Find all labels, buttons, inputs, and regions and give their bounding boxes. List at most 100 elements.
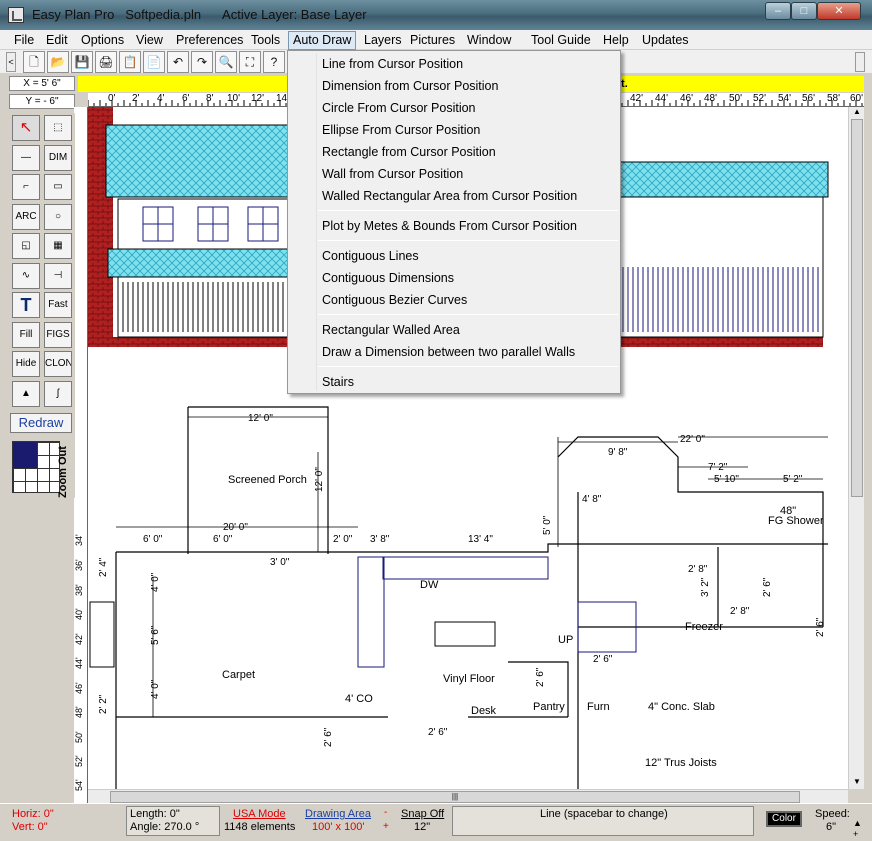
vertical-scroll-thumb[interactable] [851,119,863,497]
scroll-down-arrow-icon[interactable]: ▼ [851,777,863,787]
plan-dim: 6' 0" [213,534,233,545]
room-label: Desk [471,705,497,717]
menu-item-walled-rect-area[interactable]: Walled Rectangular Area from Cursor Posi… [322,185,577,207]
speed-up-arrow-icon[interactable]: ▲ [853,818,862,828]
print-icon[interactable]: 🖨 [95,51,117,73]
menu-auto-draw[interactable]: Auto Draw [288,31,357,50]
select-arrow-icon[interactable]: ↖ [12,115,40,141]
text-tool-icon[interactable]: T [12,292,40,318]
menu-preferences[interactable]: Preferences [172,32,247,49]
menu-tools[interactable]: Tools [247,32,284,49]
menu-item-ellipse-from-cursor[interactable]: Ellipse From Cursor Position [322,119,480,141]
door-tool-icon[interactable]: ⊣ [44,262,72,289]
menu-tool-guide[interactable]: Tool Guide [527,32,595,49]
usa-mode-button[interactable]: USA Mode [233,808,286,820]
snap-off-button[interactable]: Snap Off [401,808,444,820]
zoom-grid[interactable] [12,441,60,493]
menu-item-rect-walled-area[interactable]: Rectangular Walled Area [322,319,460,341]
minimize-button[interactable]: – [765,2,791,20]
zoom-fit-icon[interactable]: ⛶ [239,51,261,73]
color-button[interactable]: Color [766,811,802,827]
hide-tool[interactable]: Hide [12,351,40,377]
toolbar-scroll-right-button[interactable] [855,52,865,72]
hruler-label: 4' [157,93,165,104]
save-icon[interactable]: 💾 [71,51,93,73]
menu-layers[interactable]: Layers [360,32,406,49]
menu-window[interactable]: Window [463,32,515,49]
horizontal-scrollbar[interactable]: ||| [88,789,848,803]
hruler-label: 10' [227,93,241,104]
horizontal-scroll-thumb[interactable]: ||| [110,791,800,803]
menu-options[interactable]: Options [77,32,128,49]
menu-item-line-from-cursor[interactable]: Line from Cursor Position [322,53,463,75]
hruler-label: 52' [753,93,767,104]
dimension-tool[interactable]: DIM [44,144,72,171]
menu-item-circle-from-cursor[interactable]: Circle From Cursor Position [322,97,476,119]
wall-corner-icon[interactable]: ◱ [12,233,40,259]
menu-separator [318,240,618,241]
hruler-label: 46' [680,93,694,104]
circle-tool-icon[interactable]: ○ [44,203,72,230]
y-coordinate: Y = - 6" [9,94,75,109]
zoom-out-button[interactable]: Zoom Out [57,440,73,498]
clipboard-icon[interactable]: 📋 [119,51,141,73]
menu-item-wall-from-cursor[interactable]: Wall from Cursor Position [322,163,463,185]
room-label: 4" Conc. Slab [648,701,715,713]
room-label: 12" Trus Joists [645,757,717,769]
speed-value: 6" [826,821,837,833]
redo-icon[interactable]: ↷ [191,51,213,73]
scroll-up-arrow-icon[interactable]: ▲ [851,107,863,117]
maximize-button[interactable]: □ [791,2,817,20]
figs-tool[interactable]: FIGS [44,321,72,348]
menu-pictures[interactable]: Pictures [406,32,459,49]
menu-edit[interactable]: Edit [42,32,72,49]
area-decrease-button[interactable]: - [384,807,387,818]
line-tool-icon[interactable]: — [12,144,40,171]
room-label: Carpet [222,669,255,681]
polyline-tool-icon[interactable]: ⌐ [12,174,40,200]
help-icon[interactable]: ? [263,51,285,73]
snap-value: 12" [414,821,431,833]
drawing-area-button[interactable]: Drawing Area [305,808,371,820]
menu-updates[interactable]: Updates [638,32,693,49]
toolbar-scroll-left-button[interactable]: < [6,52,16,72]
landscape-tool-icon[interactable]: ▲ [12,380,40,407]
room-label: Freezer [685,621,723,633]
menu-item-contiguous-dimensions[interactable]: Contiguous Dimensions [322,267,454,289]
menu-view[interactable]: View [132,32,167,49]
room-label: Vinyl Floor [443,673,495,685]
window-tool-icon[interactable]: ▦ [44,233,72,259]
new-file-icon[interactable]: 🗋 [23,51,45,73]
vertical-scrollbar[interactable]: ▲ ▼ [848,107,864,789]
menu-item-metes-bounds[interactable]: Plot by Metes & Bounds From Cursor Posit… [322,215,577,237]
menu-item-contiguous-lines[interactable]: Contiguous Lines [322,245,419,267]
menu-item-stairs[interactable]: Stairs [322,371,354,393]
plan-dim: 6' 0" [143,534,163,545]
undo-icon[interactable]: ↶ [167,51,189,73]
open-folder-icon[interactable]: 📂 [47,51,69,73]
menu-item-contiguous-bezier[interactable]: Contiguous Bezier Curves [322,289,467,311]
select-area-icon[interactable]: ⬚ [44,115,72,141]
rectangle-tool-icon[interactable]: ▭ [44,174,72,200]
close-button[interactable]: ✕ [817,2,861,20]
curve-tool-icon[interactable]: ∿ [12,262,40,289]
auto-draw-menu: Line from Cursor Position Dimension from… [287,50,621,394]
menu-file[interactable]: File [10,32,38,49]
zoom-icon[interactable]: 🔍 [215,51,237,73]
freehand-tool-icon[interactable]: ʃ [44,380,72,407]
menu-item-dimension-parallel-walls[interactable]: Draw a Dimension between two parallel Wa… [322,341,575,363]
menu-item-dimension-from-cursor[interactable]: Dimension from Cursor Position [322,75,498,97]
speed-increase-button[interactable]: + [853,829,858,839]
plan-dim: 5' 0" [542,515,553,535]
paste-icon[interactable]: 📄 [143,51,165,73]
vruler-label: 38' [74,584,84,596]
redraw-button[interactable]: Redraw [10,413,72,433]
clone-tool[interactable]: CLONE [44,351,72,377]
menu-help[interactable]: Help [599,32,633,49]
area-increase-button[interactable]: + [383,821,389,832]
arc-tool[interactable]: ARC [12,203,40,230]
plan-dim: 2' 6" [535,667,546,687]
menu-item-rectangle-from-cursor[interactable]: Rectangle from Cursor Position [322,141,496,163]
fill-tool[interactable]: Fill [12,321,40,348]
fast-text-tool[interactable]: Fast [44,292,72,318]
